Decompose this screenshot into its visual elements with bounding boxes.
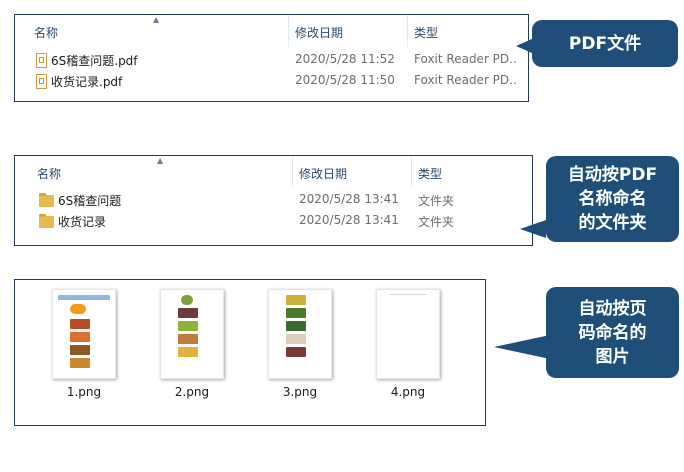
file-date: 2020/5/28 11:50 xyxy=(295,73,395,87)
fruit-photo xyxy=(286,321,306,331)
callout-pointer xyxy=(520,220,546,238)
column-header: ▲ 名称 修改日期 类型 xyxy=(15,15,528,47)
callout-text: PDF文件 xyxy=(568,33,642,54)
file-type: Foxit Reader PD... xyxy=(414,52,518,66)
folder-name: 6S稽查问题 xyxy=(58,194,122,208)
folder-icon xyxy=(39,192,54,207)
fruit-photo xyxy=(70,304,86,314)
fruit-photo xyxy=(286,295,306,305)
folder-date: 2020/5/28 13:41 xyxy=(299,213,399,227)
folder-icon xyxy=(39,213,54,228)
folder-name: 收货记录 xyxy=(58,215,107,229)
fruit-photo xyxy=(286,347,306,357)
column-name[interactable]: 名称 xyxy=(37,165,61,182)
column-divider[interactable] xyxy=(411,156,412,188)
column-header: ▲ 名称 修改日期 类型 xyxy=(15,156,532,188)
image-name: 4.png xyxy=(390,385,426,399)
image-thumbnail[interactable] xyxy=(52,289,116,379)
column-type[interactable]: 类型 xyxy=(418,165,442,182)
callout-text: 码命名的 xyxy=(578,322,647,343)
image-name: 2.png xyxy=(174,385,210,399)
column-name[interactable]: 名称 xyxy=(34,24,58,41)
column-modified[interactable]: 修改日期 xyxy=(299,165,347,182)
sort-ascending-icon: ▲ xyxy=(153,15,160,24)
fruit-photo xyxy=(181,295,193,305)
callout-pdf-files: PDF文件 xyxy=(532,20,678,67)
folder-date: 2020/5/28 13:41 xyxy=(299,192,399,206)
folder-type: 文件夹 xyxy=(418,215,455,229)
fruit-photo xyxy=(286,308,306,318)
folder-type: 文件夹 xyxy=(418,194,455,208)
fruit-photo xyxy=(178,308,198,318)
page-header-line xyxy=(389,294,427,295)
pdf-file-icon xyxy=(36,53,47,68)
table-header-strip xyxy=(58,295,110,300)
file-date: 2020/5/28 11:52 xyxy=(295,52,395,66)
image-thumbnail-grid: 1.png 2.png 3.png 4.png xyxy=(14,279,486,426)
image-thumbnail[interactable] xyxy=(268,289,332,379)
fruit-photo xyxy=(70,319,90,329)
file-row[interactable]: 6S稽查问题.pdf 2020/5/28 11:52 Foxit Reader … xyxy=(15,52,528,72)
fruit-photo xyxy=(286,334,306,344)
column-divider[interactable] xyxy=(407,15,408,47)
callout-images: 自动按页 码命名的 图片 xyxy=(546,287,679,378)
callout-text: 的文件夹 xyxy=(578,213,647,233)
column-divider[interactable] xyxy=(292,156,293,188)
pdf-file-list: ▲ 名称 修改日期 类型 6S稽查问题.pdf 2020/5/28 11:52 … xyxy=(14,14,529,102)
fruit-photo xyxy=(178,347,198,357)
folder-list: ▲ 名称 修改日期 类型 6S稽查问题 2020/5/28 13:41 文件夹 … xyxy=(14,155,533,246)
image-thumbnail[interactable] xyxy=(160,289,224,379)
callout-text: 自动按PDF xyxy=(567,165,658,185)
image-name: 3.png xyxy=(282,385,318,399)
fruit-photo xyxy=(178,321,198,331)
pdf-file-icon xyxy=(36,74,47,89)
callout-pointer xyxy=(494,335,550,359)
folder-row[interactable]: 收货记录 2020/5/28 13:41 文件夹 xyxy=(15,213,532,233)
callout-text: 图片 xyxy=(595,346,630,367)
callout-text: 自动按页 xyxy=(578,298,647,319)
sort-ascending-icon: ▲ xyxy=(157,156,164,165)
fruit-photo xyxy=(178,334,198,344)
column-modified[interactable]: 修改日期 xyxy=(295,24,343,41)
image-thumbnail[interactable] xyxy=(376,289,440,379)
file-name: 收货记录.pdf xyxy=(51,75,123,89)
callout-folders: 自动按PDF 名称命名 的文件夹 xyxy=(546,156,679,242)
callout-text: 名称命名 xyxy=(578,189,647,209)
column-type[interactable]: 类型 xyxy=(414,24,438,41)
column-divider[interactable] xyxy=(288,15,289,47)
fruit-photo xyxy=(70,358,90,368)
fruit-photo xyxy=(70,332,90,342)
file-row[interactable]: 收货记录.pdf 2020/5/28 11:50 Foxit Reader PD… xyxy=(15,73,528,93)
file-name: 6S稽查问题.pdf xyxy=(51,54,138,68)
fruit-photo xyxy=(70,345,90,355)
folder-row[interactable]: 6S稽查问题 2020/5/28 13:41 文件夹 xyxy=(15,192,532,212)
image-name: 1.png xyxy=(66,385,102,399)
file-type: Foxit Reader PD... xyxy=(414,73,518,87)
